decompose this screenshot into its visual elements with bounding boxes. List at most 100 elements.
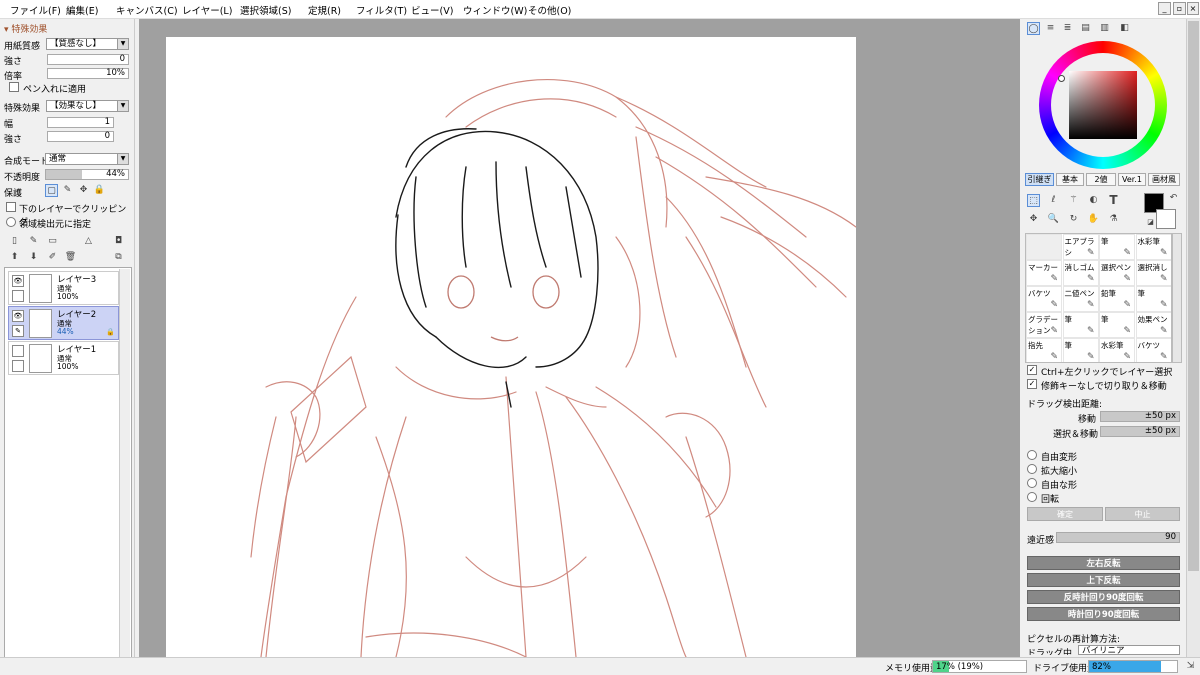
scratchpad-tab-icon[interactable]: ◧	[1118, 22, 1131, 35]
brush-slot[interactable]: マーカー ✎	[1026, 260, 1062, 286]
strength-slider[interactable]: 0	[47, 54, 129, 65]
section-header[interactable]: ▾ 特殊効果	[4, 22, 47, 35]
resample-select[interactable]: バイリニア	[1078, 645, 1180, 655]
width-slider[interactable]: 1	[47, 117, 114, 128]
brush-slot[interactable]: 筆 ✎	[1062, 312, 1099, 338]
tool-tab-binary[interactable]: 2値	[1086, 173, 1116, 186]
menu-filter[interactable]: フィルタ(T)	[356, 3, 407, 17]
scale-radio[interactable]	[1027, 464, 1037, 474]
brush-slot[interactable]: グラデーション ✎	[1026, 312, 1062, 338]
menu-ruler[interactable]: 定規(R)	[308, 3, 341, 17]
brush-slot[interactable]: 指先 ✎	[1026, 338, 1062, 362]
brush-grid-scrollbar[interactable]	[1172, 233, 1182, 363]
move-distance-slider[interactable]: ±50 px	[1100, 411, 1180, 422]
right-scrollbar[interactable]	[1186, 19, 1200, 657]
layer-up-icon[interactable]: ⬆	[8, 251, 21, 264]
brush-slot[interactable]: バケツ ✎	[1026, 286, 1062, 312]
magic-wand-icon[interactable]: ⚚	[1067, 194, 1080, 207]
restore-icon[interactable]: ▫	[1173, 2, 1186, 15]
brush-slot[interactable]: 選択消し ✎	[1135, 260, 1171, 286]
perspective-slider[interactable]: 90	[1056, 532, 1180, 543]
brush-slot[interactable]: エアブラシ ✎	[1062, 234, 1099, 260]
brush-slot[interactable]: 筆 ✎	[1135, 286, 1171, 312]
brush-slot[interactable]: 選択ペン ✎	[1099, 260, 1135, 286]
visibility-checkbox[interactable]	[12, 345, 24, 357]
menu-layer[interactable]: レイヤー(L)	[182, 3, 232, 17]
modifier-checkbox[interactable]: ✓	[1027, 379, 1037, 389]
hand-icon[interactable]: ✋	[1087, 213, 1100, 226]
rotate-icon[interactable]: ↻	[1067, 213, 1080, 226]
brush-slot[interactable]: 筆 ✎	[1099, 312, 1135, 338]
trash-icon[interactable]: 🗑	[64, 251, 77, 264]
protect-draw-icon[interactable]: ✎	[61, 184, 74, 197]
protect-lock-icon[interactable]: 🔒	[93, 184, 106, 197]
move-icon[interactable]: ✥	[1027, 213, 1040, 226]
protect-move-icon[interactable]: ✥	[77, 184, 90, 197]
brush-slot[interactable]: 水彩筆 ✎	[1099, 338, 1135, 362]
protect-transparency-icon[interactable]: ▢	[45, 184, 58, 197]
tool-tab-inherit[interactable]: 引継ぎ	[1025, 173, 1054, 186]
swap-colors-icon[interactable]: ↶	[1167, 192, 1180, 205]
ctrl-click-checkbox[interactable]: ✓	[1027, 365, 1037, 375]
zoom-icon[interactable]: 🔍	[1047, 213, 1060, 226]
paper-texture-select[interactable]: 【質感なし】 ▼	[46, 38, 129, 50]
brush-slot[interactable]: 二値ペン ✎	[1062, 286, 1099, 312]
brush-slot[interactable]	[1026, 234, 1062, 260]
eye-icon[interactable]: 👁	[12, 310, 24, 322]
brush-slot[interactable]: バケツ ✎	[1135, 338, 1171, 362]
select-move-distance-slider[interactable]: ±50 px	[1100, 426, 1180, 437]
brush-slot[interactable]: 効果ペン ✎	[1135, 312, 1171, 338]
minimize-icon[interactable]: _	[1158, 2, 1171, 15]
scale-slider[interactable]: 10%	[47, 68, 129, 79]
layer-item[interactable]: レイヤー1 通常 100%	[8, 341, 119, 375]
tool-tab-ver1[interactable]: Ver.1	[1118, 173, 1146, 186]
opacity-slider[interactable]: 44%	[45, 169, 129, 180]
layer-mask-icon[interactable]: ◘	[112, 235, 125, 248]
layer-lock-checkbox[interactable]	[12, 290, 24, 302]
flip-horizontal-button[interactable]: 左右反転	[1027, 556, 1180, 570]
canvas-paper[interactable]	[166, 37, 857, 658]
resize-grip-icon[interactable]: ⇲	[1184, 660, 1197, 673]
mask-icon[interactable]: △	[82, 235, 95, 248]
detect-source-radio[interactable]	[6, 217, 16, 227]
eye-icon[interactable]: 👁	[12, 275, 24, 287]
menu-view[interactable]: ビュー(V)	[411, 3, 453, 17]
layer-scrollbar[interactable]	[119, 269, 130, 660]
layer-item-selected[interactable]: 👁 ✎ レイヤー2 通常 44% 🔒	[8, 306, 119, 340]
lasso-icon[interactable]: ℓ	[1047, 194, 1060, 207]
new-folder-icon[interactable]: ▭	[46, 235, 59, 248]
background-color-swatch[interactable]	[1156, 209, 1176, 229]
rotate-ccw-button[interactable]: 反時計回り90度回転	[1027, 590, 1180, 604]
default-colors-icon[interactable]: ◪	[1144, 216, 1157, 229]
effect-select[interactable]: 【効果なし】 ▼	[46, 100, 129, 112]
menu-file[interactable]: ファイル(F)	[10, 3, 61, 17]
free-shape-radio[interactable]	[1027, 478, 1037, 488]
close-icon[interactable]: ×	[1187, 2, 1199, 15]
tool-tab-basic[interactable]: 基本	[1056, 173, 1084, 186]
text-tool-icon[interactable]: T	[1107, 194, 1120, 207]
clip-checkbox[interactable]	[6, 202, 16, 212]
clear-layer-icon[interactable]: ✐	[46, 251, 59, 264]
brush-slot[interactable]: 消しゴム ✎	[1062, 260, 1099, 286]
blend-mode-select[interactable]: 通常 ▼	[45, 153, 129, 165]
menu-selection[interactable]: 選択領域(S)	[240, 3, 291, 17]
tool-tab-art[interactable]: 画材風	[1148, 173, 1180, 186]
rotate-radio[interactable]	[1027, 492, 1037, 502]
layer-lock-checkbox[interactable]	[12, 360, 24, 372]
confirm-button[interactable]: 確定	[1027, 507, 1103, 521]
rect-select-icon[interactable]: ⬚	[1027, 194, 1040, 207]
brush-slot[interactable]: 鉛筆 ✎	[1099, 286, 1135, 312]
new-layer-icon[interactable]: ▯	[8, 235, 21, 248]
brush-slot[interactable]: 水彩筆 ✎	[1135, 234, 1171, 260]
fill-select-icon[interactable]: ◐	[1087, 194, 1100, 207]
brush-slot[interactable]: 筆 ✎	[1062, 338, 1099, 362]
brush-slot[interactable]: 筆 ✎	[1099, 234, 1135, 260]
merge-down-icon[interactable]: ⬇	[27, 251, 40, 264]
pen-apply-checkbox[interactable]	[9, 82, 19, 92]
scrollbar-thumb[interactable]	[1188, 21, 1199, 571]
rgb-slider-tab-icon[interactable]: ≡	[1044, 22, 1057, 35]
menu-edit[interactable]: 編集(E)	[66, 3, 98, 17]
palette-tab-icon[interactable]: ▤	[1079, 22, 1092, 35]
strength2-slider[interactable]: 0	[47, 131, 114, 142]
free-transform-radio[interactable]	[1027, 450, 1037, 460]
